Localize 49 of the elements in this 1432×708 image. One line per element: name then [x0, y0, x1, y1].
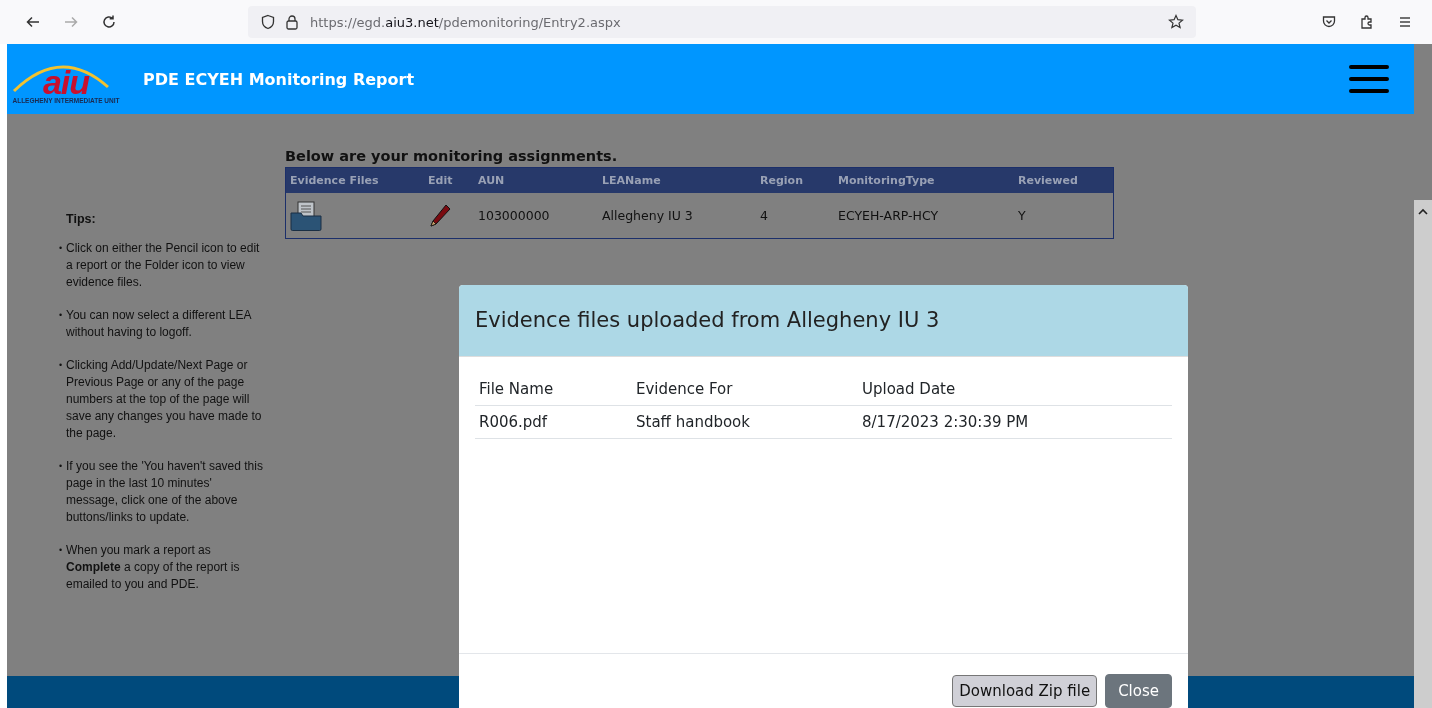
pencil-icon[interactable] [428, 202, 452, 229]
bullet-mark: • [59, 460, 64, 473]
pocket-icon[interactable] [1321, 14, 1337, 30]
address-bar[interactable]: https://egd.aiu3.net/pdemonitoring/Entry2.aspx [248, 6, 1196, 38]
dialog-title: Evidence files uploaded from Allegheny IU 3 [475, 308, 940, 333]
bullet-mark: • [59, 309, 64, 322]
reload-icon[interactable] [101, 14, 117, 30]
close-button[interactable]: Close [1105, 674, 1172, 708]
section-heading: Below are your monitoring assignments. [285, 148, 619, 164]
table-cell: R006.pdf [475, 405, 632, 439]
download-button[interactable]: Download Zip file [952, 675, 1098, 707]
shield-icon[interactable] [260, 14, 276, 30]
table-cell-text: 4 [760, 208, 769, 223]
table-cell: 8/17/2023 2:30:39 PM [858, 405, 1172, 439]
tip-text: Click on either the Pencil icon to edit a report or the Folder icon to view evidence files. [66, 240, 261, 291]
bullet-mark: • [59, 242, 64, 255]
folder-document-icon[interactable] [290, 200, 322, 231]
table-cell-text: Y [1018, 208, 1027, 223]
bullet-mark: • [59, 359, 64, 372]
tip-text: You can now select a different LEA without having to logoff. [66, 307, 253, 341]
table-cell-text: ECYEH-ARP-HCY [838, 208, 940, 223]
url-text[interactable]: https://egd.aiu3.net/pdemonitoring/Entry2.aspx [310, 14, 621, 30]
tip-text: Clicking Add/Update/Next Page or Previous Page or any of the page numbers at the top of the page will save any changes you have made to the page. [66, 357, 263, 442]
column-header: LEAName [602, 174, 662, 187]
puzzle-icon[interactable] [1359, 14, 1375, 30]
back-icon[interactable] [25, 14, 41, 30]
tips-heading: Tips: [66, 212, 97, 226]
tip-text: If you see the 'You haven't saved this page in the last 10 minutes' message, click one of the above buttons/links to update. [66, 458, 264, 526]
lock-icon [284, 14, 300, 30]
menu-icon[interactable] [1349, 63, 1389, 95]
site-title: PDE ECYEH Monitoring Report [143, 69, 415, 89]
star-icon[interactable] [1168, 14, 1184, 30]
column-header: Upload Date [858, 372, 1172, 406]
column-header: Reviewed [1018, 174, 1079, 187]
table-cell-text: 103000000 [478, 208, 551, 223]
column-header: Evidence Files [290, 174, 380, 187]
bullet-mark: • [59, 544, 64, 557]
column-header: File Name [475, 372, 632, 406]
column-header: MonitoringType [838, 174, 936, 187]
scrollbar[interactable] [1414, 44, 1432, 708]
table-cell: Staff handbook [632, 405, 858, 439]
column-header: AUN [478, 174, 506, 187]
column-header: Evidence For [632, 372, 858, 406]
menu-icon[interactable] [1397, 14, 1413, 30]
table-cell-text: Allegheny IU 3 [602, 208, 694, 223]
scroll-up-icon[interactable] [1418, 208, 1428, 216]
column-header: Region [760, 174, 804, 187]
tip-text: When you mark a report as Complete a copy of the report is emailed to you and PDE. [66, 542, 241, 593]
column-header: Edit [428, 174, 454, 187]
